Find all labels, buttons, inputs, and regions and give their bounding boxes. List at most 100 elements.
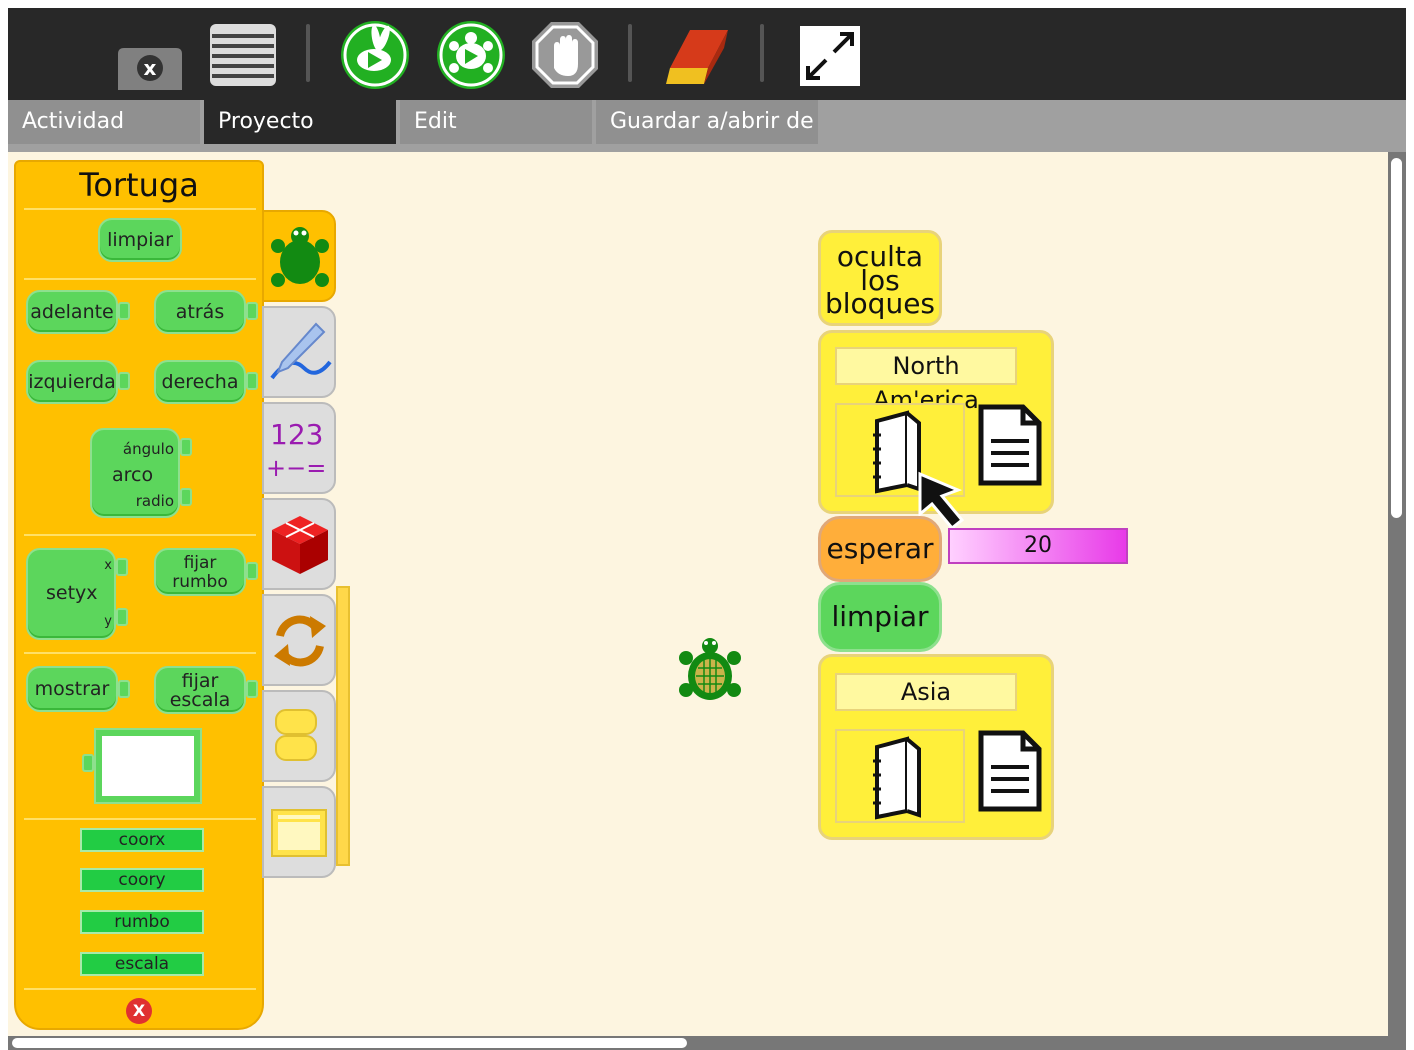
block-arg-socket [118,680,130,698]
block-label: atrás [175,301,225,323]
clear-eraser-button[interactable] [660,18,734,92]
operators-icon: +−= [266,454,327,482]
block-fijar-escala[interactable]: fijar escala [154,666,246,714]
palette-divider [24,534,256,536]
tab-edit[interactable]: Edit [400,100,592,144]
block-adelante[interactable]: adelante [26,290,118,334]
block-limpiar-stack[interactable]: limpiar [818,582,942,652]
palette-tabs: 123 +−= [262,210,340,900]
numbers-icon: 123 [270,418,324,451]
block-media-frame[interactable] [94,728,202,804]
pen-icon [270,322,332,380]
tab-flow[interactable] [262,594,336,686]
block-mostrar[interactable]: mostrar [26,666,118,712]
tab-presentation[interactable] [262,786,336,878]
document-icon [978,730,1042,812]
block-arg-label: x [104,558,112,573]
block-label: izquierda [28,371,116,393]
run-slow-turtle-icon [437,21,505,89]
block-show-slide-2[interactable]: Asia [818,654,1054,840]
run-slow-button[interactable] [434,18,508,92]
block-arg-socket [246,372,258,390]
block-arg-socket [246,302,258,320]
block-rumbo[interactable]: rumbo [80,910,204,934]
vertical-scroll-thumb[interactable] [1391,158,1402,518]
fullscreen-expand-icon [800,26,860,86]
tab-boxes[interactable] [262,498,336,590]
block-plug [82,754,94,772]
toolbar-separator [306,24,310,82]
palette-divider [24,652,256,654]
toolbar-separator [628,24,632,82]
stop-fullscreen-x-button[interactable]: x [112,18,186,92]
block-arg-label: ángulo [122,440,174,458]
block-fijar-rumbo[interactable]: fijar rumbo [154,548,246,596]
block-arg-socket [180,438,192,456]
block-arg-socket [118,372,130,390]
eraser-icon [666,30,728,84]
block-derecha[interactable]: derecha [154,360,246,404]
journal-icon [873,736,921,820]
block-limpiar[interactable]: limpiar [98,218,182,262]
block-coorx[interactable]: coorx [80,828,204,852]
block-label: arco [112,464,154,486]
block-label: limpiar [107,229,173,251]
block-hide-blocks[interactable]: oculta los bloques [818,230,942,326]
document-icon [978,404,1042,486]
number-block-20[interactable]: 20 [948,528,1128,564]
tab-proyecto[interactable]: Proyecto [204,100,396,144]
menu-tab-bar: Actividad Proyecto Edit Guardar a/abrir … [8,100,1406,152]
block-setyx[interactable]: setyx x y [26,548,116,640]
block-coory[interactable]: coory [80,868,204,892]
tab-numbers[interactable]: 123 +−= [262,402,336,494]
horizontal-scroll-thumb[interactable] [12,1038,687,1048]
presentation-icon [271,809,327,857]
block-arg-socket [246,562,258,580]
palette-divider [24,278,256,280]
palette-divider [24,988,256,990]
block-izquierda[interactable]: izquierda [26,360,118,404]
tab-guardar-abrir[interactable]: Guardar a/abrir de [596,100,818,144]
fullscreen-button[interactable] [794,18,868,92]
close-icon: X [132,1001,146,1020]
svg-text:x: x [144,56,157,80]
palette-divider [24,208,256,210]
media-placeholder [102,736,194,796]
block-label: adelante [30,301,114,323]
turtle-palette: Tortuga limpiar adelante atrás izquierda… [14,160,264,1030]
block-label: rumbo [172,572,228,592]
run-fast-rabbit-icon [341,21,409,89]
main-toolbar: x [8,8,1406,100]
toolbar-separator [760,24,764,82]
flow-arrows-icon [274,615,326,667]
block-atras[interactable]: atrás [154,290,246,334]
main-menu-button[interactable] [204,18,278,92]
slide-title-field[interactable]: North Am'erica [835,347,1017,414]
palette-title: Tortuga [79,166,199,204]
tab-actividad[interactable]: Actividad [8,100,200,144]
block-label: derecha [161,371,239,393]
block-arg-label: y [104,614,112,629]
slide-media-socket[interactable] [835,729,965,823]
stop-button[interactable] [528,18,602,92]
block-esperar[interactable]: esperar [818,516,942,582]
block-arco[interactable]: ángulo arco radio [90,428,180,518]
run-fast-button[interactable] [338,18,412,92]
horizontal-scrollbar[interactable] [8,1036,1406,1050]
block-arg-socket [246,680,258,698]
stop-hand-icon [532,22,598,88]
stop-fullscreen-x-icon: x [118,48,182,90]
close-palette-button[interactable]: X [126,998,152,1024]
tab-actions[interactable] [262,690,336,782]
action-stack-icon [275,709,317,761]
turtle-sprite[interactable] [676,634,744,708]
slide-title-field[interactable]: Asia [835,673,1017,711]
tab-turtle[interactable] [262,210,336,302]
block-arg-socket [180,488,192,506]
vertical-scrollbar[interactable] [1388,152,1406,1038]
block-label: bloques [824,287,936,320]
palette-divider [24,818,256,820]
hamburger-menu-icon [210,24,276,86]
block-escala[interactable]: escala [80,952,204,976]
tab-pen[interactable] [262,306,336,398]
